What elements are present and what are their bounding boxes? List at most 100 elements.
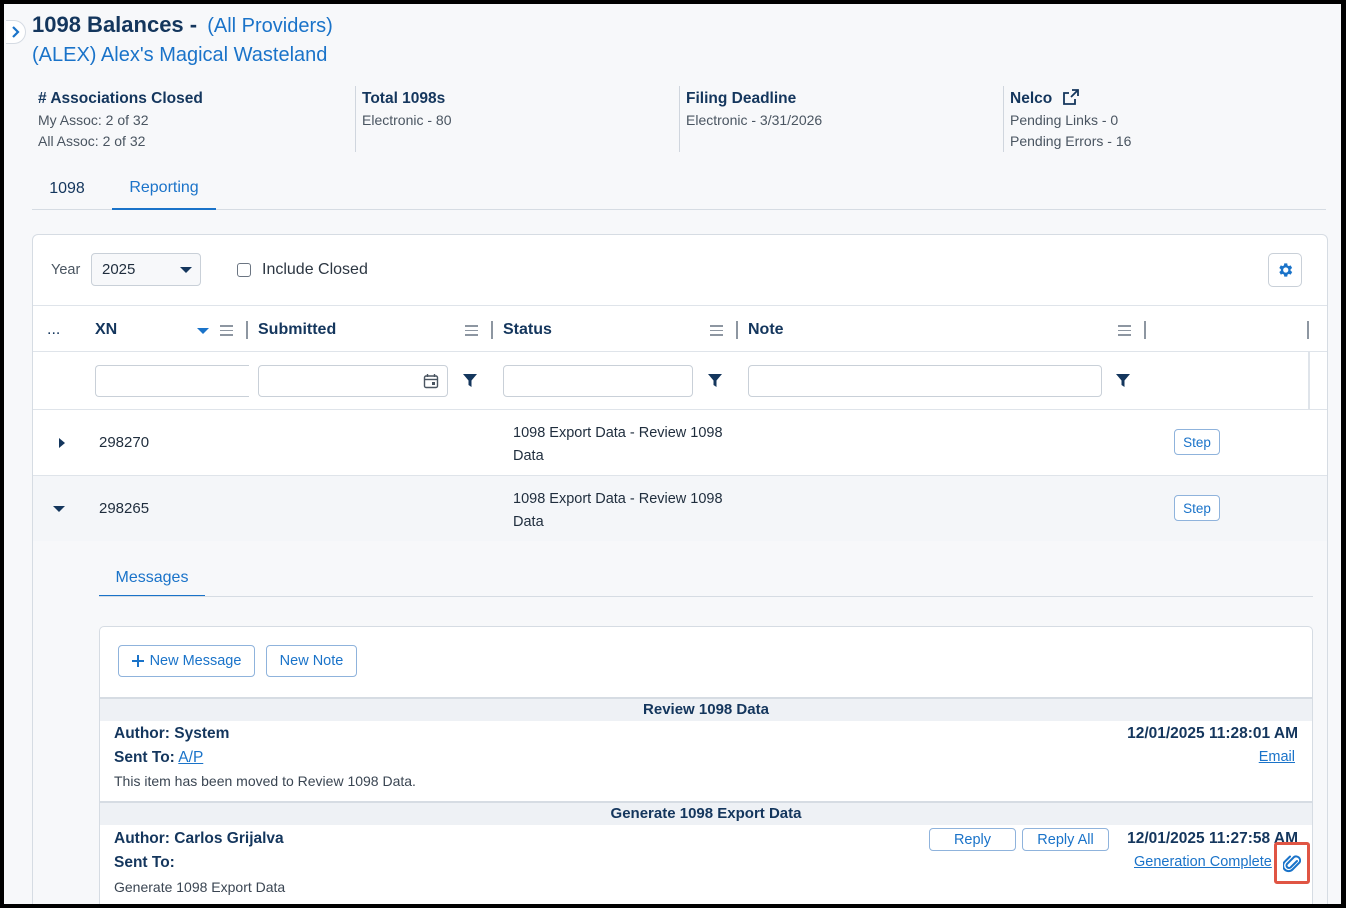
stat-line: Pending Errors - 16 <box>1010 133 1132 149</box>
association-name[interactable]: (ALEX) Alex's Magical Wasteland <box>32 44 327 67</box>
provider-link[interactable]: (All Providers) <box>207 15 333 37</box>
year-select[interactable]: 2025 <box>91 253 201 286</box>
divider <box>33 351 1327 352</box>
table-row[interactable]: 298270 1098 Export Data - Review 1098 Da… <box>33 410 1327 476</box>
generation-complete-link[interactable]: Generation Complete <box>1134 854 1280 870</box>
column-resizer[interactable] <box>491 321 493 339</box>
row-detail: Messages New Message New Note Review 109… <box>33 541 1327 904</box>
tab-messages[interactable]: Messages <box>99 561 205 597</box>
column-resizer[interactable] <box>1144 321 1146 339</box>
plus-icon <box>131 655 144 667</box>
message-timestamp: 12/01/2025 11:27:58 AM <box>1127 830 1298 847</box>
column-menu-icon[interactable] <box>710 325 723 336</box>
message-sent-to: Sent To: <box>114 854 175 872</box>
stat-line: Electronic - 3/31/2026 <box>686 112 823 128</box>
include-closed-label: Include Closed <box>262 261 368 278</box>
step-button[interactable]: Step <box>1174 429 1220 455</box>
row-xn: 298270 <box>99 434 150 451</box>
stat-title: Filing Deadline <box>686 90 797 107</box>
step-button[interactable]: Step <box>1174 495 1220 521</box>
gear-icon <box>1279 263 1293 277</box>
message-heading: Generate 1098 Export Data <box>100 801 1312 825</box>
chevron-down-icon <box>180 267 192 273</box>
message-heading: Review 1098 Data <box>100 697 1312 721</box>
reply-button[interactable]: Reply <box>929 828 1016 851</box>
year-value: 2025 <box>102 261 136 278</box>
tab-reporting[interactable]: Reporting <box>112 168 216 210</box>
main-tabs: 1098 Reporting <box>32 168 1326 210</box>
filter-icon[interactable] <box>1116 374 1130 388</box>
divider <box>1003 86 1004 152</box>
tab-1098[interactable]: 1098 <box>32 168 102 210</box>
sidebar-toggle-button[interactable] <box>6 20 26 44</box>
column-header-status[interactable]: Status <box>503 321 552 339</box>
page-title: 1098 Balances - (All Providers) <box>32 12 333 38</box>
external-link-icon[interactable] <box>1062 89 1079 105</box>
column-resizer[interactable] <box>246 321 248 339</box>
column-menu-icon[interactable] <box>220 325 233 336</box>
stat-title: Nelco <box>1010 88 1131 109</box>
sort-desc-icon[interactable] <box>197 328 209 334</box>
divider <box>1308 351 1310 409</box>
column-header-note[interactable]: Note <box>748 321 784 339</box>
stat-filing-deadline: Filing Deadline Electronic - 3/31/2026 <box>686 88 822 131</box>
divider <box>679 86 680 152</box>
app-window: 1098 Balances - (All Providers) (ALEX) A… <box>4 4 1341 904</box>
message-body: This item has been moved to Review 1098 … <box>114 773 416 789</box>
sent-to-link[interactable]: A/P <box>178 749 203 766</box>
divider <box>99 596 1313 597</box>
column-resizer[interactable] <box>736 321 738 339</box>
new-note-button[interactable]: New Note <box>266 645 357 677</box>
message-timestamp: 12/01/2025 11:28:01 AM <box>1127 725 1298 742</box>
reply-all-button[interactable]: Reply All <box>1022 828 1109 851</box>
calendar-icon[interactable] <box>423 373 439 389</box>
column-more[interactable]: ... <box>47 321 60 339</box>
stat-associations-closed: # Associations Closed My Assoc: 2 of 32 … <box>38 88 203 152</box>
column-header-xn[interactable]: XN <box>95 321 117 339</box>
stat-line: Electronic - 80 <box>362 112 452 128</box>
column-header-submitted[interactable]: Submitted <box>258 321 336 339</box>
new-message-label: New Message <box>149 653 242 669</box>
nelco-title: Nelco <box>1010 90 1053 107</box>
message-sent-to: Sent To: A/P <box>114 749 203 767</box>
message-body: Generate 1098 Export Data <box>114 879 286 895</box>
email-link[interactable]: Email <box>1259 749 1295 765</box>
submitted-filter-input[interactable] <box>258 365 448 397</box>
reporting-panel: Year 2025 Include Closed ... XN Submitte… <box>32 234 1328 904</box>
status-filter-input[interactable] <box>503 365 693 397</box>
row-status: 1098 Export Data - Review 1098 Data <box>513 425 723 464</box>
stat-title: # Associations Closed <box>38 90 203 107</box>
message-author: Author: System <box>114 725 230 742</box>
year-label: Year <box>51 262 81 278</box>
filter-icon[interactable] <box>708 374 722 388</box>
divider <box>33 305 1327 306</box>
column-menu-icon[interactable] <box>465 325 478 336</box>
stat-line: My Assoc: 2 of 32 <box>38 112 149 128</box>
row-xn: 298265 <box>99 500 150 517</box>
expand-row-icon[interactable] <box>59 438 65 448</box>
stat-line: Pending Links - 0 <box>1010 112 1119 128</box>
column-menu-icon[interactable] <box>1118 325 1131 336</box>
collapse-row-icon[interactable] <box>53 506 65 512</box>
message-author: Author: Carlos Grijalva <box>114 830 284 847</box>
note-filter-input[interactable] <box>748 365 1102 397</box>
chevron-right-icon <box>11 26 20 38</box>
messages-panel: New Message New Note Review 1098 Data Au… <box>99 626 1313 904</box>
attachment-highlight[interactable] <box>1274 842 1310 884</box>
title-text: 1098 Balances - <box>32 12 198 37</box>
divider <box>355 86 356 152</box>
include-closed-checkbox[interactable] <box>237 263 251 277</box>
table-row[interactable]: 298265 1098 Export Data - Review 1098 Da… <box>33 476 1327 542</box>
column-resizer[interactable] <box>1307 321 1309 339</box>
filter-icon[interactable] <box>463 374 477 388</box>
new-message-button[interactable]: New Message <box>118 645 255 677</box>
settings-button[interactable] <box>1268 253 1302 287</box>
stat-nelco: Nelco Pending Links - 0 Pending Errors -… <box>1010 88 1131 152</box>
stat-total-1098s: Total 1098s Electronic - 80 <box>362 88 451 131</box>
sent-to-label: Sent To: <box>114 854 175 871</box>
xn-filter-input[interactable] <box>95 365 249 397</box>
sent-to-label: Sent To: <box>114 749 175 766</box>
stat-title: Total 1098s <box>362 90 446 107</box>
row-status: 1098 Export Data - Review 1098 Data <box>513 491 723 530</box>
paperclip-icon[interactable] <box>1283 853 1301 873</box>
